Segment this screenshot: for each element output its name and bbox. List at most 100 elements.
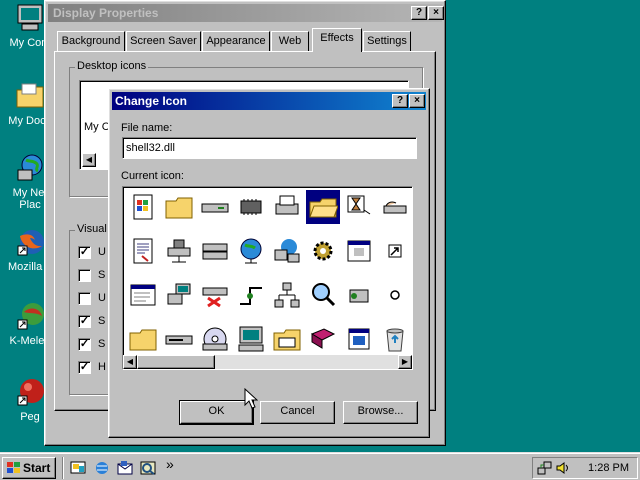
hourglass-icon (347, 195, 371, 215)
icon-cell[interactable] (198, 322, 232, 356)
scroll-right-arrow[interactable]: ▶ (398, 355, 412, 369)
windows-doc-icon (133, 194, 153, 220)
browser-icon[interactable] (94, 460, 110, 476)
browse-button[interactable]: Browse... (343, 401, 418, 424)
checkbox-1[interactable]: ✓ (78, 246, 91, 259)
icon-cell[interactable] (378, 278, 412, 312)
drive-icon (201, 203, 229, 213)
icon-cell[interactable] (270, 278, 304, 312)
icon-cell[interactable] (270, 234, 304, 268)
group-label: Desktop icons (75, 60, 149, 72)
icon-cell[interactable] (234, 190, 268, 224)
folder-icon (165, 197, 193, 219)
start-button[interactable]: Start (2, 457, 56, 479)
checkbox-6[interactable]: ✓ (78, 361, 91, 374)
book-icon (310, 328, 336, 349)
horizontal-scrollbar[interactable]: ◀ ▶ (123, 355, 412, 369)
computer-icon (17, 4, 43, 31)
icon-cell[interactable] (342, 278, 376, 312)
icon-cell[interactable] (162, 278, 196, 312)
icon-cell[interactable] (270, 322, 304, 356)
clock[interactable]: 1:28 PM (588, 462, 629, 474)
icon-cell[interactable] (162, 234, 196, 268)
ok-button[interactable]: OK (179, 400, 254, 425)
icon-cell[interactable] (378, 234, 412, 268)
checkbox-5[interactable]: ✓ (78, 338, 91, 351)
checkbox-2[interactable] (78, 269, 91, 282)
start-label: Start (23, 461, 51, 475)
find-icon (312, 283, 336, 307)
icon-cell[interactable] (234, 278, 268, 312)
close-button[interactable]: × (428, 6, 444, 20)
icon-cell[interactable] (126, 322, 160, 356)
mouse-cursor-icon (244, 388, 258, 409)
icon-cell[interactable] (342, 322, 376, 356)
help-button[interactable]: ? (392, 94, 408, 108)
icon-cell[interactable] (162, 190, 196, 224)
icon-cell[interactable] (306, 190, 340, 224)
windows-logo-icon (7, 462, 20, 473)
icon-cell[interactable] (342, 190, 376, 224)
icon-list[interactable] (122, 186, 413, 370)
window-icon (347, 240, 371, 262)
file-name-input[interactable] (122, 137, 417, 159)
icon-cell[interactable] (234, 234, 268, 268)
icon-cell[interactable] (306, 278, 340, 312)
scroll-left-arrow[interactable]: ◀ (123, 355, 137, 369)
icon-cell[interactable] (234, 322, 268, 356)
window-list-icon (130, 284, 156, 306)
network-tray-icon[interactable] (537, 460, 553, 476)
tab-background[interactable]: Background (57, 31, 125, 51)
cancel-button[interactable]: Cancel (260, 401, 335, 424)
folder-documents-icon (16, 83, 44, 108)
icon-cell[interactable] (126, 278, 160, 312)
tab-effects[interactable]: Effects (312, 28, 362, 52)
scroll-thumb[interactable] (137, 355, 215, 369)
folder-plain-icon (129, 329, 157, 351)
help-button[interactable]: ? (411, 6, 427, 20)
icon-cell[interactable] (198, 234, 232, 268)
tab-appearance[interactable]: Appearance (202, 31, 270, 51)
outlook-icon[interactable] (117, 460, 133, 476)
folder-programs-icon (273, 329, 301, 351)
file-name-label: File name: (121, 122, 173, 134)
quick-launch-more-button[interactable]: » (166, 456, 174, 472)
tab-screen-saver[interactable]: Screen Saver (126, 31, 201, 51)
tab-settings[interactable]: Settings (363, 31, 411, 51)
icon-cell[interactable] (198, 190, 232, 224)
firefox-icon (17, 230, 44, 256)
checkbox-label: S (98, 338, 106, 350)
connection-icon (240, 287, 262, 305)
icon-cell[interactable] (306, 234, 340, 268)
icon-cell[interactable] (342, 234, 376, 268)
display-properties-titlebar[interactable]: Display Properties (48, 4, 442, 22)
icon-cell[interactable] (378, 322, 412, 356)
printer-icon (275, 195, 299, 215)
taskbar-separator (62, 457, 64, 479)
icon-cell[interactable] (378, 190, 412, 224)
small-dot-icon (390, 290, 400, 300)
checkbox-3[interactable] (78, 292, 91, 305)
icon-cell[interactable] (126, 234, 160, 268)
checkbox-4[interactable]: ✓ (78, 315, 91, 328)
close-button[interactable]: × (409, 94, 425, 108)
channels-icon[interactable] (140, 460, 156, 476)
change-icon-titlebar[interactable]: Change Icon (112, 92, 426, 110)
network-globe-icon (17, 154, 43, 181)
tab-web[interactable]: Web (271, 31, 309, 51)
scroll-left-arrow[interactable]: ◀ (82, 153, 96, 167)
network-globe-icon (274, 239, 300, 263)
network-tree-icon (274, 282, 300, 308)
show-desktop-icon[interactable] (70, 460, 86, 476)
recycle-bin-icon (386, 328, 404, 352)
volume-tray-icon[interactable] (555, 460, 571, 476)
icon-cell[interactable] (126, 190, 160, 224)
icon-cell[interactable] (270, 190, 304, 224)
network-box-icon (349, 289, 369, 303)
current-icon-label: Current icon: (121, 170, 184, 182)
icon-cell[interactable] (306, 322, 340, 356)
icon-cell[interactable] (162, 322, 196, 356)
change-icon-dialog: Change Icon ? × File name: Current icon:… (108, 88, 430, 438)
checkbox-label: H (98, 361, 106, 373)
icon-cell[interactable] (198, 278, 232, 312)
